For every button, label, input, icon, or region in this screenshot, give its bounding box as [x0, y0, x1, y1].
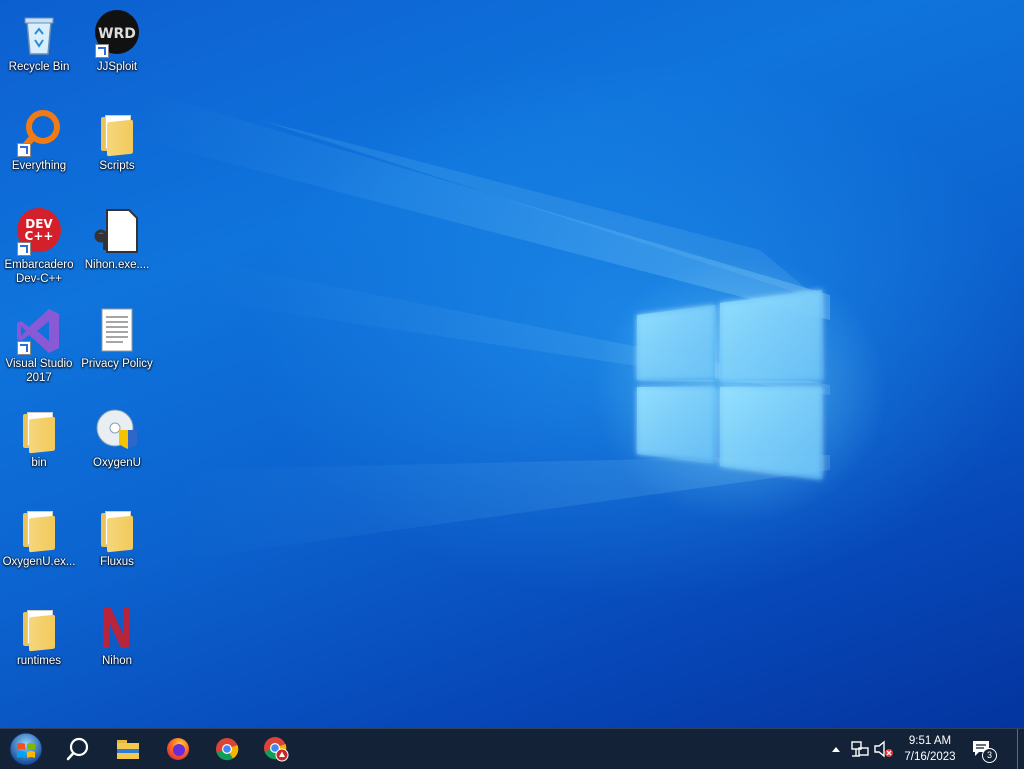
- taskbar: 9:51 AM 7/16/2023 3: [0, 728, 1024, 769]
- taskbar-firefox[interactable]: [154, 729, 202, 769]
- devcpp-icon: DEV C++: [15, 208, 63, 256]
- desktop-icon-label: Privacy Policy: [81, 358, 153, 370]
- recycle-bin-icon: [15, 10, 63, 58]
- shortcut-arrow-icon: [17, 143, 31, 157]
- jjsploit-icon: WRD: [93, 10, 141, 58]
- shortcut-arrow-icon: [17, 242, 31, 256]
- desktop-icon-label: runtimes: [16, 655, 62, 667]
- tray-network[interactable]: [848, 729, 872, 769]
- desktop-icon-scripts[interactable]: Scripts: [78, 105, 156, 201]
- start-orb-icon: [9, 732, 43, 766]
- tray-volume[interactable]: [872, 729, 896, 769]
- clock-time: 9:51 AM: [908, 735, 952, 747]
- desktop-icon-visual-studio[interactable]: Visual Studio 2017: [0, 303, 78, 407]
- visual-studio-icon: [15, 307, 63, 355]
- desktop-icon-bin[interactable]: bin: [0, 402, 78, 498]
- installer-disc-icon: [93, 406, 141, 454]
- file-explorer-icon: [117, 740, 139, 759]
- desktop-icon-privacy-policy[interactable]: Privacy Policy: [78, 303, 156, 399]
- folder-icon: [15, 604, 63, 652]
- volume-muted-icon: [874, 740, 893, 758]
- desktop-icon-label: Embarcadero Dev-C++: [4, 259, 74, 285]
- text-document-icon: [93, 307, 141, 355]
- desktop-icon-label: Visual Studio 2017: [5, 358, 73, 384]
- everything-search-icon: [15, 109, 63, 157]
- folder-icon: [15, 505, 63, 553]
- shortcut-arrow-icon: [95, 44, 109, 58]
- network-icon: [851, 741, 869, 757]
- folder-icon: [93, 109, 141, 157]
- desktop-icon-dev-cpp[interactable]: DEV C++ Embarcadero Dev-C++: [0, 204, 78, 308]
- chrome-icon: [216, 738, 239, 761]
- nihon-app-icon: [93, 604, 141, 652]
- notification-count-badge: 3: [982, 748, 997, 763]
- search-icon: [66, 737, 89, 761]
- desktop[interactable]: Recycle Bin WRD JJSploit Everything Scri…: [0, 0, 1024, 728]
- desktop-icon-everything[interactable]: Everything: [0, 105, 78, 201]
- desktop-icon-label: Scripts: [99, 160, 135, 172]
- desktop-icon-label: Fluxus: [100, 556, 134, 568]
- desktop-icon-label: OxygenU.ex...: [2, 556, 76, 568]
- desktop-icon-label: Recycle Bin: [8, 61, 70, 73]
- desktop-icon-oxygenu[interactable]: OxygenU: [78, 402, 156, 498]
- folder-icon: [93, 505, 141, 553]
- clock-date: 7/16/2023: [904, 751, 956, 763]
- folder-icon: [15, 406, 63, 454]
- desktop-icon-nihon-exe[interactable]: Nihon.exe....: [78, 204, 156, 300]
- taskbar-chrome[interactable]: [203, 729, 251, 769]
- desktop-icon-oxygenu-ex[interactable]: OxygenU.ex...: [0, 501, 78, 597]
- desktop-icon-fluxus[interactable]: Fluxus: [78, 501, 156, 597]
- desktop-icon-label: OxygenU: [93, 457, 141, 469]
- desktop-icon-recycle-bin[interactable]: Recycle Bin: [0, 6, 78, 102]
- desktop-icon-label: JJSploit: [96, 61, 138, 73]
- desktop-icon-label: bin: [31, 457, 47, 469]
- desktop-icon-jjsploit[interactable]: WRD JJSploit: [78, 6, 156, 102]
- devcpp-logo-text: DEV C++: [24, 217, 54, 243]
- show-desktop-button[interactable]: [1017, 729, 1024, 769]
- chevron-up-icon: [832, 747, 840, 752]
- desktop-icon-runtimes[interactable]: runtimes: [0, 600, 78, 696]
- action-center-button[interactable]: 3: [966, 729, 998, 769]
- exe-file-icon: [93, 208, 141, 256]
- chrome-warning-icon: [264, 737, 289, 762]
- taskbar-chrome-second[interactable]: [252, 729, 300, 769]
- desktop-icon-nihon[interactable]: Nihon: [78, 600, 156, 696]
- desktop-icon-label: Nihon: [101, 655, 133, 667]
- desktop-icon-label: Nihon.exe....: [84, 259, 150, 271]
- taskbar-search-button[interactable]: [54, 729, 102, 769]
- desktop-icon-label: Everything: [11, 160, 67, 172]
- svg-text:WRD: WRD: [98, 26, 136, 42]
- taskbar-file-explorer[interactable]: [104, 729, 152, 769]
- start-button[interactable]: [2, 729, 50, 769]
- tray-clock[interactable]: 9:51 AM 7/16/2023: [900, 733, 960, 765]
- tray-show-hidden[interactable]: [828, 729, 844, 769]
- shortcut-arrow-icon: [17, 341, 31, 355]
- firefox-icon: [167, 738, 189, 760]
